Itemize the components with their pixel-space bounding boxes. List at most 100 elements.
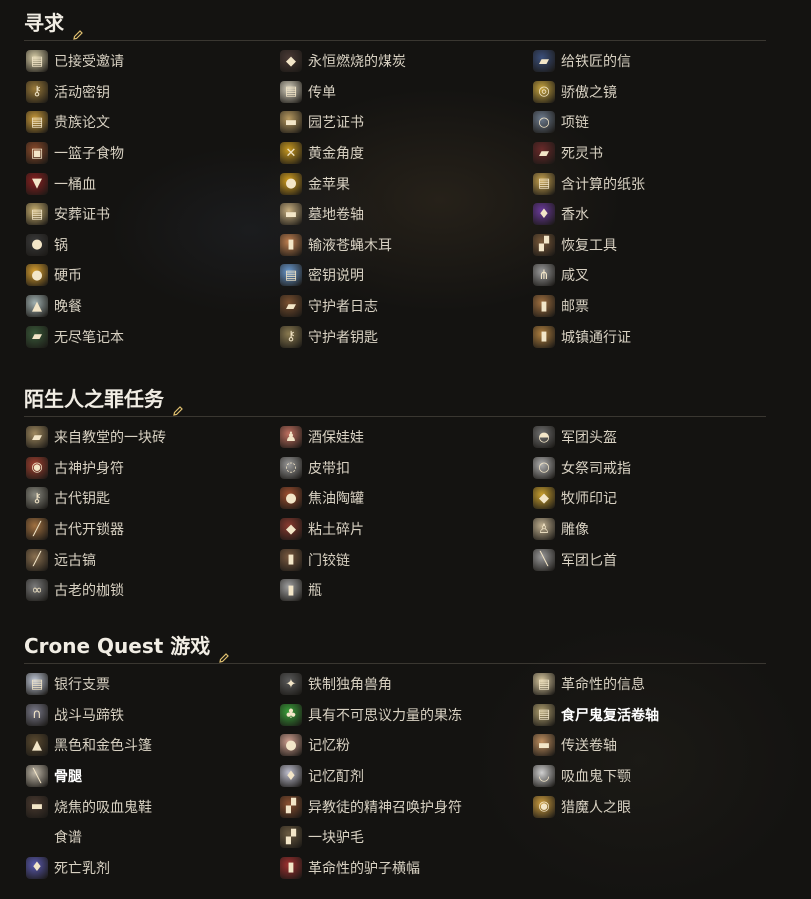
list-item[interactable]: ▤ 传单: [278, 77, 531, 108]
list-item[interactable]: ▤ 食尸鬼复活卷轴: [531, 700, 766, 731]
item-label: 军团头盔: [561, 430, 617, 447]
list-item[interactable]: ○ 女祭司戒指: [531, 453, 766, 484]
list-item[interactable]: ♟ 酒保娃娃: [278, 422, 531, 453]
teleport-scroll-icon: ▬: [533, 734, 555, 757]
list-item[interactable]: ▤ 银行支票: [24, 669, 278, 700]
item-label: 一桶血: [54, 176, 96, 193]
list-item[interactable]: ◉ 古神护身符: [24, 453, 278, 484]
list-item[interactable]: ▣ 一篮子食物: [24, 138, 278, 169]
list-item[interactable]: ╱ 远古镐: [24, 544, 278, 575]
list-item[interactable]: ▬ 烧焦的吸血鬼鞋: [24, 791, 278, 822]
list-item[interactable]: ◎ 骄傲之镜: [531, 77, 766, 108]
list-item[interactable]: ▬ 传送卷轴: [531, 730, 766, 761]
pencil-edit-icon[interactable]: [218, 645, 230, 663]
list-item[interactable]: ◆ 粘土碎片: [278, 514, 531, 545]
list-item[interactable]: ∩ 战斗马蹄铁: [24, 700, 278, 731]
list-item[interactable]: ╱ 古代开锁器: [24, 514, 278, 545]
list-item[interactable]: ⚷ 守护者钥匙: [278, 321, 531, 352]
list-item[interactable]: ▮ 门铰链: [278, 544, 531, 575]
cloche-icon: ▲: [26, 295, 48, 318]
list-item[interactable]: ▰ 给铁匠的信: [531, 46, 766, 77]
list-item[interactable]: ▞ 恢复工具: [531, 230, 766, 261]
list-item[interactable]: ▤ 已接受邀请: [24, 46, 278, 77]
list-item[interactable]: ○ 项链: [531, 107, 766, 138]
list-item[interactable]: ♦ 死亡乳剂: [24, 853, 278, 884]
item-label: 古代开锁器: [54, 522, 124, 539]
ancient-key-icon: ⚷: [26, 487, 48, 510]
list-item[interactable]: ♦ 香水: [531, 199, 766, 230]
list-item[interactable]: ▲ 晚餐: [24, 291, 278, 322]
list-item[interactable]: ◓ 军团头盔: [531, 422, 766, 453]
list-item[interactable]: ◆ 牧师印记: [531, 483, 766, 514]
blank-icon: [533, 826, 555, 848]
list-item[interactable]: ▰ 死灵书: [531, 138, 766, 169]
list-item[interactable]: ◆ 永恒燃烧的煤炭: [278, 46, 531, 77]
list-item[interactable]: ▞ 一块驴毛: [278, 822, 531, 853]
list-item[interactable]: ▰ 来自教堂的一块砖: [24, 422, 278, 453]
list-item[interactable]: ✦ 铁制独角兽角: [278, 669, 531, 700]
check-icon: ▤: [26, 673, 48, 696]
list-item[interactable]: ▮ 邮票: [531, 291, 766, 322]
fork-icon: ⋔: [533, 264, 555, 287]
list-item[interactable]: ● 焦油陶罐: [278, 483, 531, 514]
list-item[interactable]: ▬ 墓地卷轴: [278, 199, 531, 230]
item-label: 记忆粉: [308, 738, 350, 755]
list-item[interactable]: ✕ 黄金角度: [278, 138, 531, 169]
list-item[interactable]: ⋔ 咸叉: [531, 260, 766, 291]
item-label: 战斗马蹄铁: [54, 707, 124, 724]
list-item[interactable]: ▤ 贵族论文: [24, 107, 278, 138]
list-item[interactable]: ● 记忆粉: [278, 730, 531, 761]
list-item[interactable]: ♣ 具有不可思议力量的果冻: [278, 700, 531, 731]
item-label: 食尸鬼复活卷轴: [561, 707, 659, 724]
list-item[interactable]: ∞ 古老的枷锁: [24, 575, 278, 606]
bottle-icon: ▮: [280, 579, 302, 602]
item-label: 锅: [54, 237, 68, 254]
list-item[interactable]: ▤ 革命性的信息: [531, 669, 766, 700]
section-0: 寻求 ▤ 已接受邀请 ◆ 永恒燃烧的煤炭 ▰ 给铁匠的信 ⚷ 活动密钥 ▤ 传单 ◎ 骄傲之镜 ▤ 贵族论文…: [24, 0, 766, 352]
list-item[interactable]: 食谱: [24, 822, 278, 853]
pass-icon: ▮: [533, 325, 555, 348]
item-label: 骨腿: [54, 769, 82, 786]
item-label: 园艺证书: [308, 115, 364, 132]
list-item[interactable]: ◉ 猎魔人之眼: [531, 791, 766, 822]
item-label: 传单: [308, 84, 336, 101]
list-item[interactable]: ● 硬币: [24, 260, 278, 291]
list-item[interactable]: ▮ 革命性的驴子横幅: [278, 853, 531, 884]
list-item[interactable]: ▤ 含计算的纸张: [531, 168, 766, 199]
list-item[interactable]: ● 金苹果: [278, 168, 531, 199]
list-item[interactable]: ▤ 安葬证书: [24, 199, 278, 230]
list-item[interactable]: ◌ 皮带扣: [278, 453, 531, 484]
list-item: [531, 822, 766, 853]
section-1: 陌生人之罪任务 ▰ 来自教堂的一块砖 ♟ 酒保娃娃 ◓ 军团头盔 ◉ 古神护身符 ◌ 皮带扣 ○ 女祭司…: [24, 376, 766, 606]
talisman-icon: ▞: [280, 795, 302, 818]
pencil-edit-icon[interactable]: [172, 398, 184, 416]
list-item[interactable]: ◡ 吸血鬼下颚: [531, 761, 766, 792]
list-item[interactable]: ╲ 军团匕首: [531, 544, 766, 575]
list-item[interactable]: ▤ 密钥说明: [278, 260, 531, 291]
list-item[interactable]: ▰ 守护者日志: [278, 291, 531, 322]
certificate-icon: ▬: [280, 111, 302, 134]
notebook-icon: ▰: [26, 325, 48, 348]
item-label: 已接受邀请: [54, 54, 124, 71]
list-item[interactable]: ▮ 输液苍蝇木耳: [278, 230, 531, 261]
list-item[interactable]: ♙ 雕像: [531, 514, 766, 545]
item-label: 活动密钥: [54, 84, 110, 101]
list-item[interactable]: ╲ 骨腿: [24, 761, 278, 792]
list-item[interactable]: ▞ 异教徒的精神召唤护身符: [278, 791, 531, 822]
jelly-icon: ♣: [280, 703, 302, 726]
list-item[interactable]: ⚷ 古代钥匙: [24, 483, 278, 514]
list-item[interactable]: ● 锅: [24, 230, 278, 261]
list-item[interactable]: ♦ 记忆酊剂: [278, 761, 531, 792]
coal-icon: ◆: [280, 50, 302, 73]
list-item[interactable]: ▮ 瓶: [278, 575, 531, 606]
list-item[interactable]: ▼ 一桶血: [24, 168, 278, 199]
list-item[interactable]: ▰ 无尽笔记本: [24, 321, 278, 352]
list-item[interactable]: ▬ 园艺证书: [278, 107, 531, 138]
item-label: 来自教堂的一块砖: [54, 430, 166, 447]
list-item[interactable]: ▮ 城镇通行证: [531, 321, 766, 352]
list-item[interactable]: ⚷ 活动密钥: [24, 77, 278, 108]
pencil-edit-icon[interactable]: [72, 22, 84, 40]
item-label: 食谱: [54, 830, 82, 847]
list-item[interactable]: ▲ 黑色和金色斗篷: [24, 730, 278, 761]
log-book-icon: ▰: [280, 295, 302, 318]
